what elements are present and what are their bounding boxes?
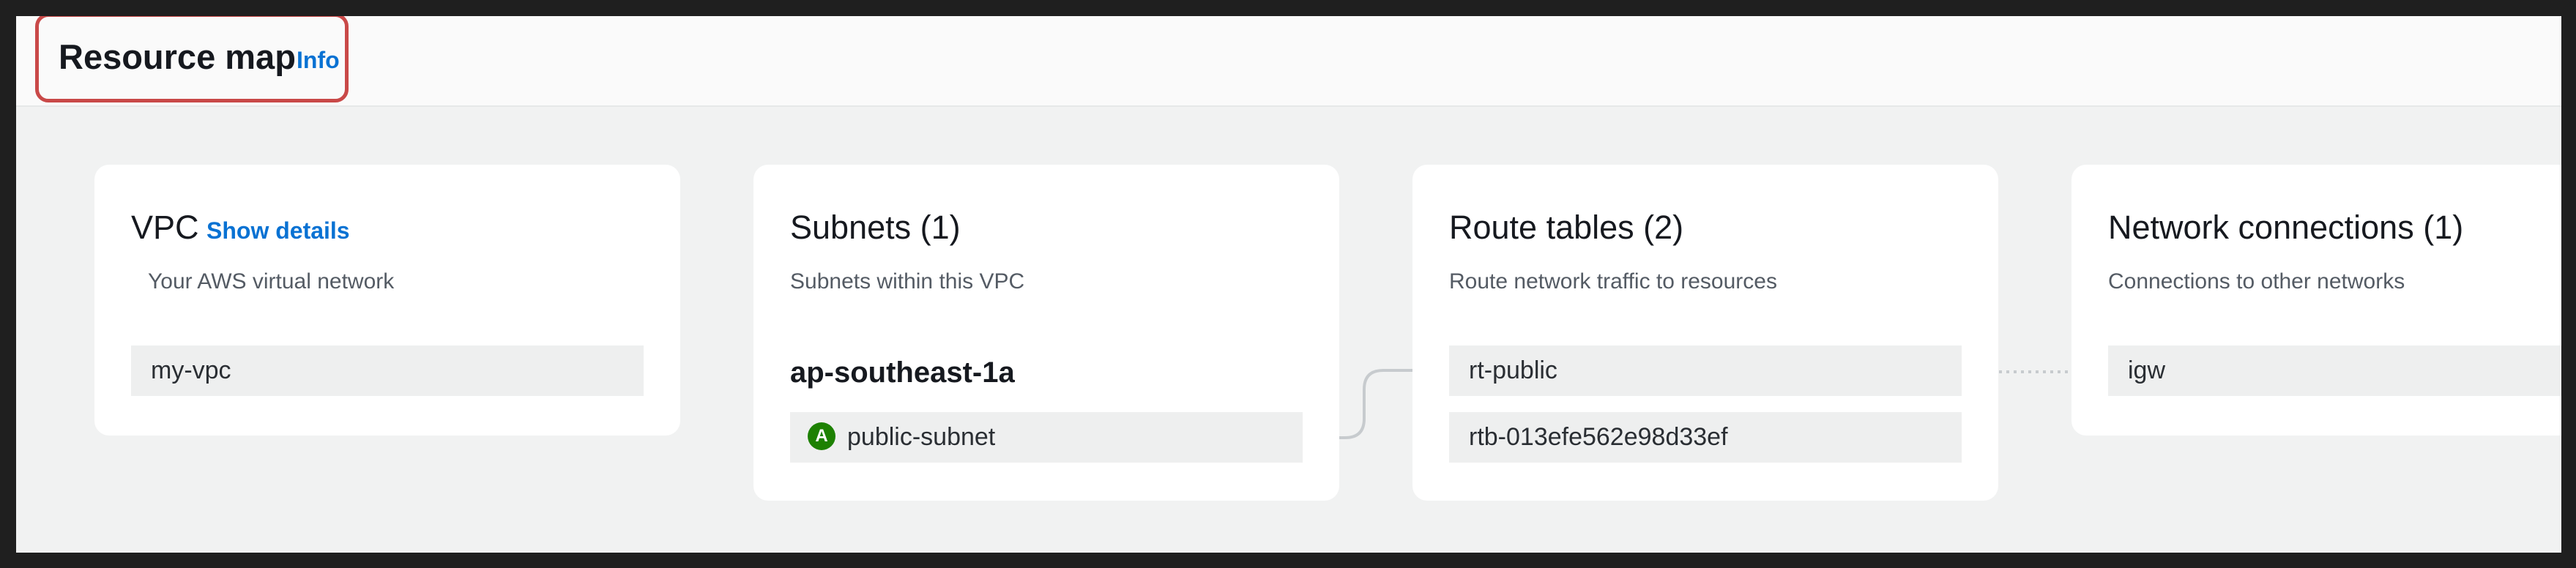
subnet-name: public-subnet bbox=[847, 423, 996, 451]
vpc-card: VPC Show details Your AWS virtual networ… bbox=[94, 165, 680, 436]
route-tables-card: Route tables (2) Route network traffic t… bbox=[1412, 165, 1998, 501]
show-details-link[interactable]: Show details bbox=[206, 217, 350, 244]
route-tables-card-title: Route tables (2) bbox=[1449, 209, 1684, 246]
available-status-icon: A bbox=[808, 422, 835, 451]
network-connections-card-title: Network connections (1) bbox=[2108, 209, 2464, 246]
resource-map-panel: Resource map Info VPC Show details Your … bbox=[16, 16, 2561, 553]
subnets-card-subtitle: Subnets within this VPC bbox=[790, 269, 1025, 294]
vpc-card-subtitle: Your AWS virtual network bbox=[148, 269, 395, 294]
network-connections-card-subtitle: Connections to other networks bbox=[2108, 269, 2405, 294]
subnets-card: Subnets (1) Subnets within this VPC ap-s… bbox=[753, 165, 1339, 501]
network-connections-card: Network connections (1) Connections to o… bbox=[2071, 165, 2561, 436]
availability-zone-label: ap-southeast-1a bbox=[790, 356, 1015, 389]
route-table-item[interactable]: rt-public bbox=[1449, 345, 1962, 396]
route-table-item[interactable]: rtb-013efe562e98d33ef bbox=[1449, 412, 1962, 463]
network-connection-item[interactable]: igw bbox=[2108, 345, 2561, 396]
route-tables-card-subtitle: Route network traffic to resources bbox=[1449, 269, 1777, 294]
vpc-item[interactable]: my-vpc bbox=[131, 345, 644, 396]
subnet-item[interactable]: Apublic-subnet bbox=[790, 412, 1303, 463]
vpc-card-title: VPC bbox=[131, 209, 199, 246]
subnets-card-title: Subnets (1) bbox=[790, 209, 961, 246]
